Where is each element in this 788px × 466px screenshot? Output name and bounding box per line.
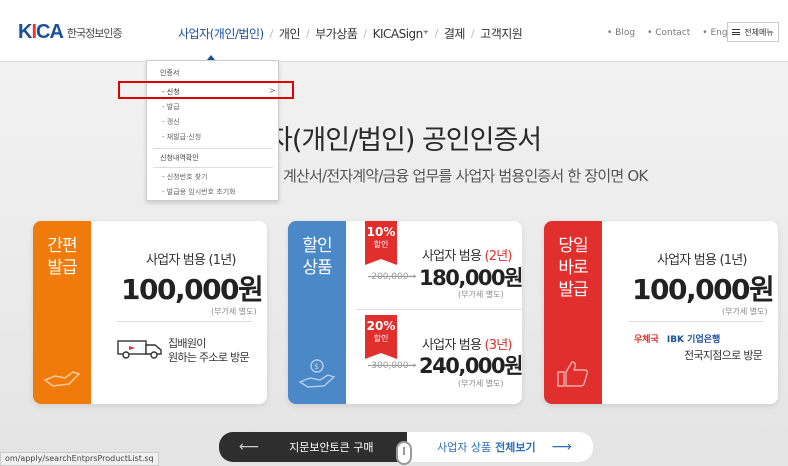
branch-note: 전국지점으로 방문 [684,349,763,362]
discount-badge: 10% 할인 [365,221,397,265]
band-label: 할인 상품 [302,236,332,278]
nav-item-personal[interactable]: 개인 [273,25,306,42]
card-divider [117,321,253,322]
logo[interactable]: KICA 한국정보인증 [18,21,123,44]
card-band: 간편 발급 [33,221,91,404]
product-price: 100,000원 [121,273,264,306]
svg-text:$: $ [314,362,319,371]
offer-price: 180,000원 [419,266,522,290]
hamburger-icon [732,29,741,35]
truck-icon [117,340,162,359]
coin-hand-icon: $ [298,359,336,388]
old-price: -200,000→ [368,272,417,282]
product-label: 사업자 범용 (1년) [146,253,236,268]
nav-item-payment[interactable]: 결제 [438,25,471,42]
dropdown-divider [153,167,273,168]
contact-link[interactable]: • Contact [647,28,696,38]
card-band: 당일 바로 발급 [544,221,602,404]
offer-price: 240,000원 [419,354,522,378]
logo-text: 한국정보인증 [66,26,123,40]
nav-item-business[interactable]: 사업자(개인/법인) [172,25,270,42]
card-band: 할인 상품 $ [288,221,346,404]
nav-item-addons[interactable]: 부가상품 [309,25,363,42]
thumbs-up-icon [557,361,589,387]
nav-item-support[interactable]: 고객지원 [474,25,528,42]
dropdown-item-reset-temp[interactable]: - 발급용 임시번호 초기화 [162,187,236,197]
card-divider [356,309,522,310]
post-office-logo: 우체국 [634,335,659,345]
product-label: 사업자 범용 (1년) [657,253,747,268]
vat-note: (부가세 별도) [458,290,504,299]
view-all-products-button[interactable]: 사업자 상품 전체보기 ⟶ [407,432,593,462]
discount-badge: 20% 할인 [365,315,397,359]
all-menu-label: 전체메뉴 [744,27,774,37]
logo-mark: KICA [18,21,64,43]
hero-subtitle: 계산서/전자계약/금융 업무를 사업자 범용인증서 한 장이면 OK [283,167,648,185]
nav-item-kicasign[interactable]: KICASign⁺ [367,27,435,41]
dropdown-group-certificate: 인증서 [160,69,180,77]
dropdown-divider [153,148,273,149]
view-all-label: 사업자 상품 [437,441,492,454]
delivery-note: 집배원이 원하는 주소로 방문 [168,337,250,364]
arrow-right-icon: ⟶ [551,439,572,455]
view-all-bold: 전체보기 [495,441,536,454]
token-purchase-label: 지문보안토큰 구매 [289,441,374,454]
hand-icon [43,371,81,387]
partner-logos: 우체국 IBK 기업은행 [634,332,720,345]
header: KICA 한국정보인증 사업자(개인/법인) / 개인 / 부가상품 / KIC… [0,0,788,62]
product-card-easy[interactable]: 간편 발급 사업자 범용 (1년) 100,000원 (부가세 별도) 집배원이 원… [33,221,267,404]
dropdown-item-reissue[interactable]: - 재발급·신청 [162,132,201,142]
token-purchase-button[interactable]: ⟵ 지문보안토큰 구매 [219,432,407,462]
old-price: -300,000→ [368,361,417,371]
dropdown-item-issue[interactable]: - 발급 [162,102,180,112]
band-label: 간편 발급 [47,236,77,278]
mouse-scroll-icon [396,441,412,465]
product-price: 100,000원 [632,273,775,306]
band-label: 당일 바로 발급 [558,236,588,300]
ibk-bank-logo: IBK 기업은행 [666,335,721,345]
arrow-left-icon: ⟵ [239,439,260,455]
product-card-same-day[interactable]: 당일 바로 발급 사업자 범용 (1년) 100,000원 (부가세 별도) 우체국… [544,221,778,404]
card-divider [628,321,764,322]
all-menu-button[interactable]: 전체메뉴 [727,22,779,42]
dropdown-item-renew[interactable]: - 갱신 [162,117,180,127]
main-nav: 사업자(개인/법인) / 개인 / 부가상품 / KICASign⁺ / 결제 … [172,25,528,42]
blog-link[interactable]: • Blog [607,28,641,38]
dropdown-group-history: 신청내역확인 [160,154,199,162]
product-card-discount[interactable]: 할인 상품 $ 10% 할인 사업자 범용 (2년) -200,000→ 180,… [288,221,522,404]
vat-note: (부가세 별도) [211,307,257,316]
vat-note: (부가세 별도) [722,307,768,316]
vat-note: (부가세 별도) [458,379,504,388]
status-bar-url: om/apply/searchEntprsProductList.sq [0,452,159,466]
dropdown-item-find-number[interactable]: - 신청번호 찾기 [162,172,208,182]
hero-title: 자(개인/법인) 공인인증서 [268,125,542,156]
highlight-box [118,81,294,99]
